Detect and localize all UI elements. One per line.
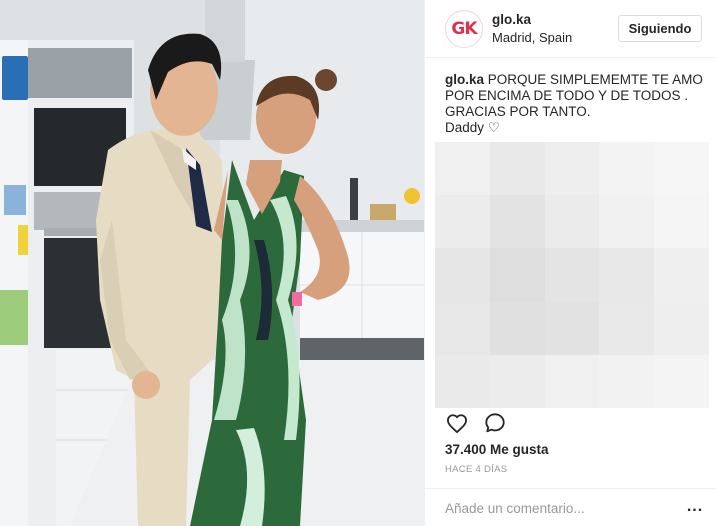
blur-tile [435,142,490,196]
blurred-comments-area [435,142,709,408]
comment-bar: ... [425,488,716,526]
blur-tile [489,354,545,408]
caption-username[interactable]: glo.ka [445,72,484,87]
post-timestamp[interactable]: HACE 4 DÍAS [445,464,507,475]
avatar[interactable]: GK [445,10,483,48]
caption-line-1: PORQUE SIMPLEMEMTE TE AMO [487,72,703,87]
post-caption: glo.ka PORQUE SIMPLEMEMTE TE AMO POR ENC… [445,72,707,136]
caption-line-3: GRACIAS POR TANTO. [445,104,591,119]
blur-tile [599,248,655,302]
blur-tile [435,248,490,302]
author-username[interactable]: glo.ka [492,12,531,27]
more-options-button[interactable]: ... [683,497,707,517]
blur-tile [489,195,545,249]
blur-tile [599,142,655,196]
comment-icon[interactable] [483,411,507,435]
caption-line-4: Daddy ♡ [445,120,500,135]
post-location[interactable]: Madrid, Spain [492,30,572,45]
post-actions [445,410,507,436]
following-button[interactable]: Siguiendo [618,15,702,42]
heart-icon[interactable] [445,411,469,435]
post-header: GK glo.ka Madrid, Spain Siguiendo [425,0,716,58]
blur-tile [654,195,709,249]
photo-illustration [0,0,424,526]
blur-tile [489,248,545,302]
blur-tile [599,301,655,355]
post-photo[interactable] [0,0,424,526]
blur-tile [544,142,600,196]
blur-tile [654,142,709,196]
blur-tile [435,195,490,249]
blur-tile [654,354,709,408]
blur-tile [544,248,600,302]
post-details-panel: GK glo.ka Madrid, Spain Siguiendo glo.ka… [424,0,716,526]
blur-tile [544,195,600,249]
blur-tile [435,301,490,355]
blur-tile [599,354,655,408]
blur-tile [435,354,490,408]
comment-input[interactable] [445,498,665,518]
blur-tile [654,301,709,355]
likes-count[interactable]: 37.400 Me gusta [445,442,549,457]
blur-tile [489,142,545,196]
avatar-initials: GK [451,19,477,39]
caption-line-2: POR ENCIMA DE TODO Y DE TODOS . [445,88,689,103]
blur-tile [544,301,600,355]
blur-tile [599,195,655,249]
blur-tile [489,301,545,355]
blur-tile [544,354,600,408]
blur-tile [654,248,709,302]
